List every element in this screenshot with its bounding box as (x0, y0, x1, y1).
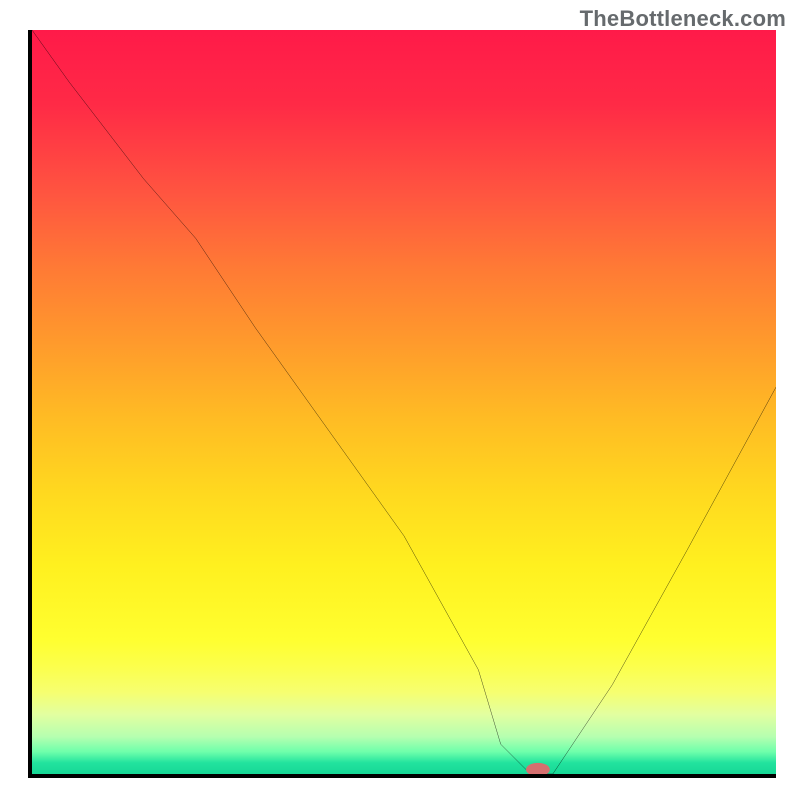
plot-area (28, 30, 776, 778)
bottleneck-curve-icon (32, 30, 776, 774)
attribution-label: TheBottleneck.com (580, 6, 786, 32)
optimal-point-marker-icon (526, 763, 550, 774)
